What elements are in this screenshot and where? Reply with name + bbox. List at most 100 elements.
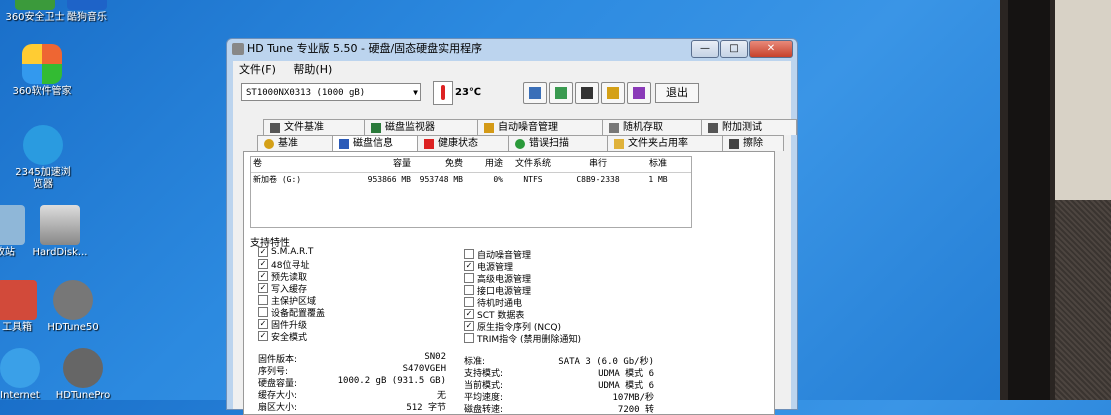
feature-security-mode[interactable]: ✓ 安全模式 [258,330,307,343]
ie-icon [0,348,40,388]
toolbar: ST1000NX0313 (1000 gB) ▼ 23℃ 退出 [233,79,791,107]
col-volume[interactable]: 卷 [251,157,363,172]
desktop-icon-hdtunepro[interactable]: HDTunePro [48,348,118,402]
extra-tests-icon [708,122,718,133]
tab-row-upper: 文件基准 磁盘监视器 自动噪音管理 随机存取 附加测试 [263,119,797,135]
col-standard[interactable]: 标准 [633,157,683,172]
desktop-icon-internet[interactable]: Internet [0,348,50,402]
thermometer-icon [433,81,453,105]
checkbox[interactable]: ✓ [258,331,268,341]
copy-icon [529,87,541,99]
desktop-icon-hdtune50[interactable]: HDTune50 [38,280,108,334]
checkbox[interactable] [464,285,474,295]
feature-firmware-upgrade[interactable]: ✓ 固件升级 [258,318,307,331]
window-client: 文件(F) 帮助(H) ST1000NX0313 (1000 gB) ▼ 23℃… [233,61,797,415]
feature-sct[interactable]: ✓ SCT 数据表 [464,308,524,321]
checkbox[interactable]: ✓ [258,271,268,281]
copy-info-button[interactable] [523,82,547,104]
tab-disk-info[interactable]: 磁盘信息 [332,135,418,151]
feature-read-ahead[interactable]: ✓ 预先读取 [258,270,307,283]
desktop-icon-2345-browser[interactable]: 2345加速浏览器 [13,125,73,191]
checkbox[interactable]: ✓ [258,319,268,329]
harddisk-icon [40,205,80,245]
checkbox[interactable]: ✓ [464,321,474,331]
checkbox[interactable] [258,295,268,305]
magnifier-icon [515,138,525,149]
menu-help[interactable]: 帮助(H) [293,63,332,76]
checkbox[interactable]: ✓ [464,309,474,319]
checkbox[interactable] [258,307,268,317]
capacity-value: 1000.2 gB (931.5 GB) [337,376,446,386]
feature-power-management[interactable]: ✓ 电源管理 [464,260,513,273]
recycle-bin-icon [0,205,25,245]
exit-button[interactable]: 退出 [655,83,699,103]
col-capacity[interactable]: 容量 [363,157,411,172]
hdtune-pro-icon [63,348,103,388]
monitor-icon [371,122,381,133]
feature-dco[interactable]: 设备配置覆盖 [258,306,325,319]
minimize-button[interactable]: — [691,40,719,58]
drive-select[interactable]: ST1000NX0313 (1000 gB) ▼ [241,83,421,101]
download-button[interactable] [627,82,651,104]
maximize-button[interactable]: □ [720,40,748,58]
feature-interface-power[interactable]: 接口电源管理 [464,284,531,297]
tab-benchmark[interactable]: 基准 [257,135,333,151]
monitor-bezel [1000,0,1111,400]
checkbox[interactable] [464,297,474,307]
feature-smart[interactable]: ✓ S.M.A.R.T [258,246,313,258]
folder-icon [614,138,624,149]
feature-puis[interactable]: 待机时通电 [464,296,522,309]
screenshot-button[interactable] [575,82,599,104]
random-access-icon [609,122,619,133]
feature-write-cache[interactable]: ✓ 写入缓存 [258,282,307,295]
browser-e-icon [23,125,63,165]
col-usage[interactable]: 用途 [463,157,503,172]
rpm-value: 7200 转 [617,405,654,415]
desktop-icon-kugou[interactable]: 酷狗音乐 [52,0,122,24]
tab-disk-monitor[interactable]: 磁盘监视器 [364,119,478,135]
checkbox[interactable]: ✓ [258,259,268,269]
checkbox[interactable]: ✓ [258,247,268,257]
tab-file-benchmark[interactable]: 文件基准 [263,119,365,135]
col-free[interactable]: 免费 [411,157,463,172]
copy-all-icon [555,87,567,99]
checkbox[interactable] [464,249,474,259]
sector-label: 扇区大小: [258,403,298,413]
tab-aam[interactable]: 自动噪音管理 [477,119,603,135]
serial-value: S470VGEH [402,364,446,374]
feature-apm[interactable]: 高级电源管理 [464,272,531,285]
feature-hpa[interactable]: 主保护区域 [258,294,316,307]
speaker-icon [484,122,494,133]
tab-random-access[interactable]: 随机存取 [602,119,702,135]
disk-info-panel: 卷 容量 免费 用途 文件系统 串行 标准 新加卷 (G:) 953866 MB… [243,151,775,415]
hdtune-window: HD Tune 专业版 5.50 - 硬盘/固态硬盘实用程序 — □ ✕ 文件(… [226,38,798,415]
tab-health[interactable]: 健康状态 [417,135,509,151]
close-button[interactable]: ✕ [749,40,793,58]
volume-row[interactable]: 新加卷 (G:) 953866 MB 953748 MB 0% NTFS C8B… [251,173,691,187]
col-filesystem[interactable]: 文件系统 [503,157,563,172]
desktop-icon-360-software[interactable]: 360软件管家 [7,44,77,98]
copy-all-button[interactable] [549,82,573,104]
col-serial[interactable]: 串行 [563,157,633,172]
desktop-icon-harddisk[interactable]: HardDisk... [25,205,95,259]
flower-icon [22,44,62,84]
tab-folder-usage[interactable]: 文件夹占用率 [607,135,723,151]
tab-erase[interactable]: 擦除 [722,135,784,151]
feature-trim[interactable]: TRIM指令 (禁用删除通知) [464,332,581,345]
info-icon [339,138,349,149]
options-button[interactable] [601,82,625,104]
checkbox[interactable]: ✓ [464,261,474,271]
checkbox[interactable] [464,333,474,343]
checkbox[interactable] [464,273,474,283]
temperature-value: 23℃ [455,87,482,98]
tab-extra-tests[interactable]: 附加测试 [701,119,797,135]
feature-48bit[interactable]: ✓ 48位寻址 [258,258,309,271]
checkbox[interactable]: ✓ [258,283,268,293]
tab-error-scan[interactable]: 错误扫描 [508,135,608,151]
menu-file[interactable]: 文件(F) [239,63,276,76]
feature-aam[interactable]: 自动噪音管理 [464,248,531,261]
app-icon [232,43,244,55]
download-icon [633,87,645,99]
health-cross-icon [424,138,434,149]
feature-ncq[interactable]: ✓ 原生指令序列 (NCQ) [464,320,561,333]
